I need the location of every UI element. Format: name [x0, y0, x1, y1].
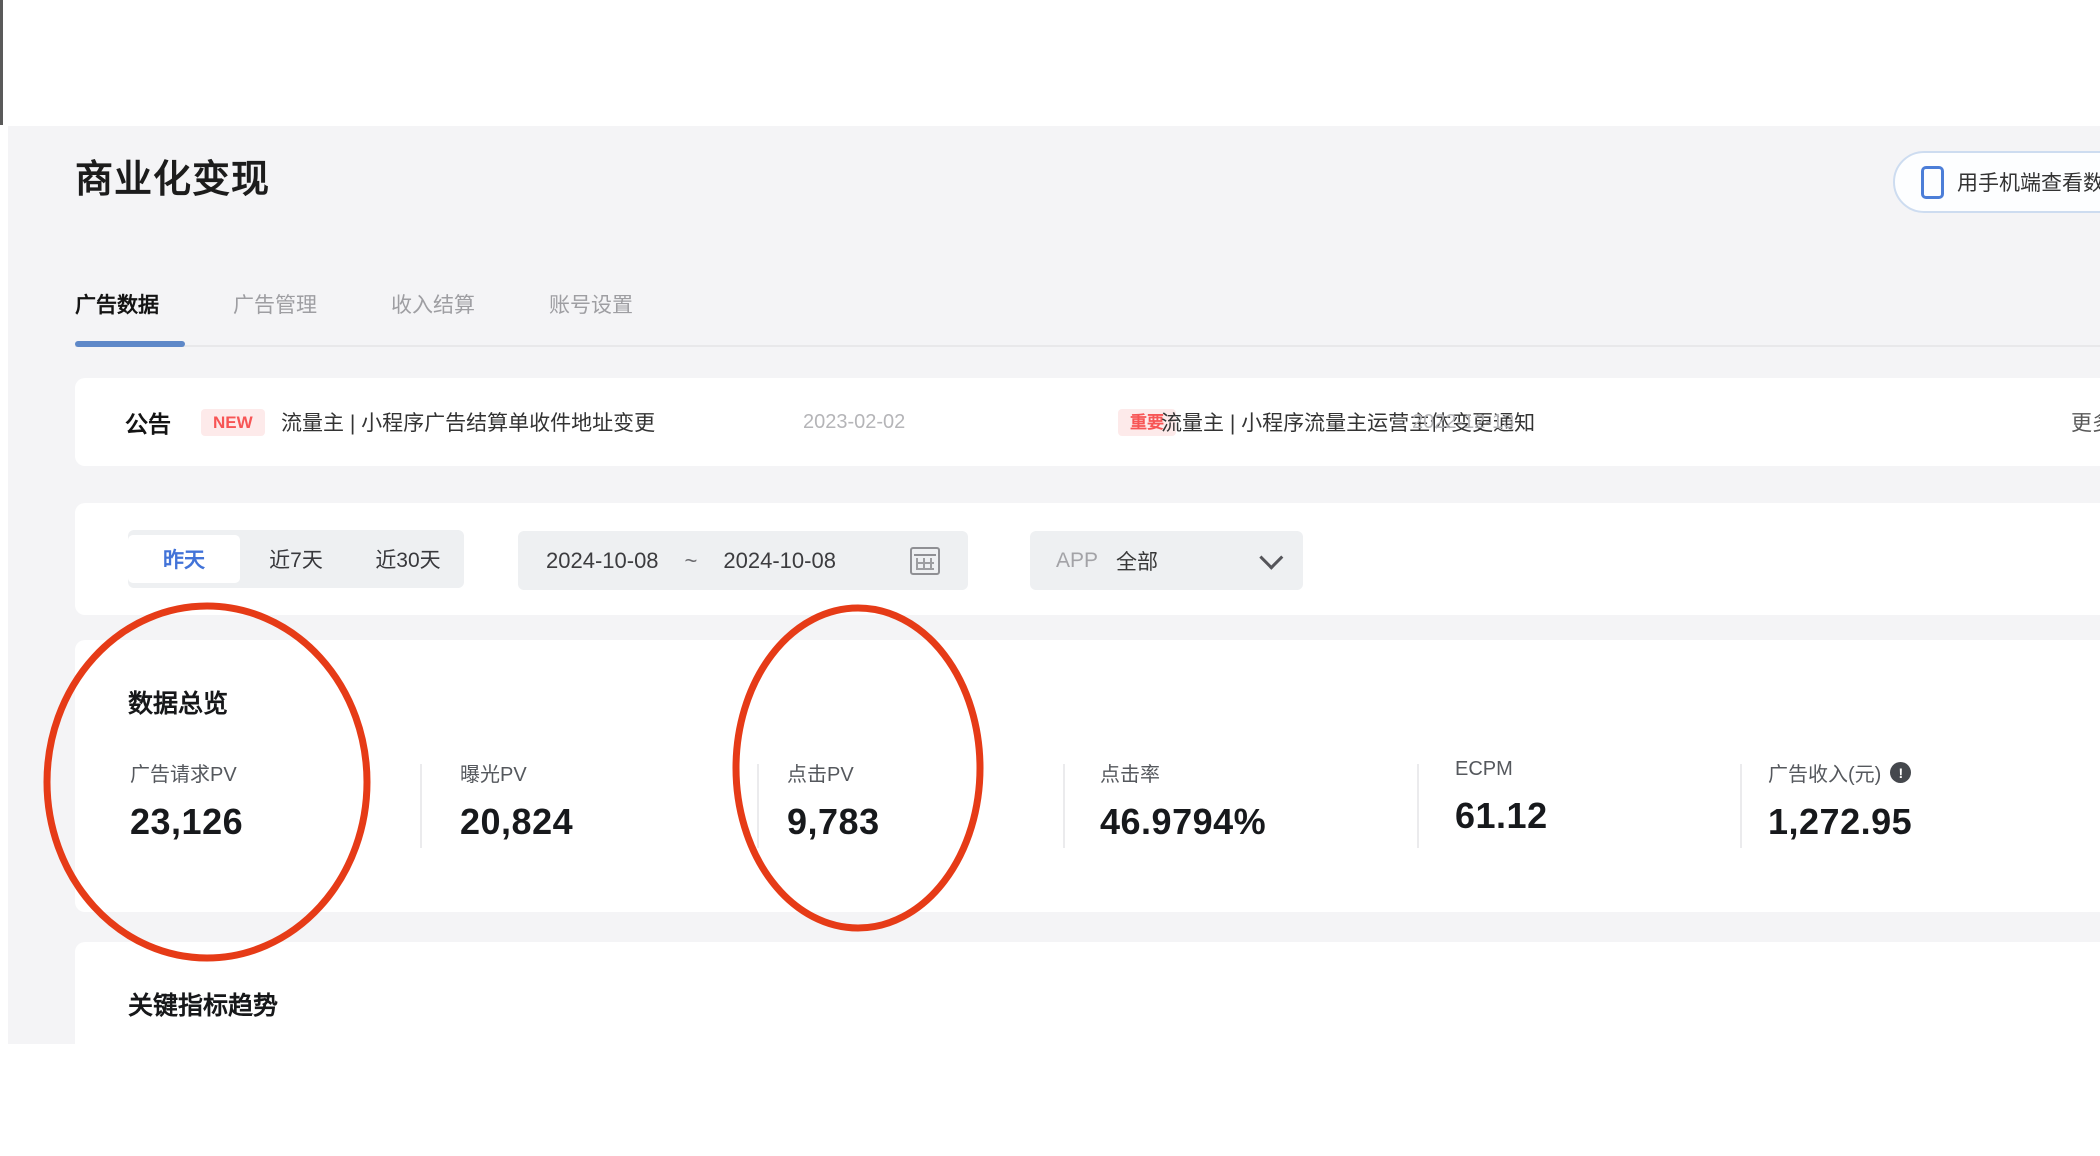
date-end-value[interactable]: 2024-10-08 — [723, 548, 836, 574]
tab-account-settings[interactable]: 账号设置 — [549, 289, 633, 319]
app-select-dropdown[interactable]: APP 全部 — [1030, 531, 1303, 590]
range-yesterday-button[interactable]: 昨天 — [128, 535, 240, 583]
overview-section-title: 数据总览 — [128, 690, 229, 718]
tab-income-settlement[interactable]: 收入结算 — [391, 289, 475, 319]
calendar-icon[interactable] — [910, 546, 940, 575]
metric-divider — [1417, 764, 1419, 848]
metric-divider — [1740, 764, 1742, 848]
announcement-date-1: 2023-02-02 — [803, 410, 906, 433]
announcement-bar: 公告 NEW 流量主 | 小程序广告结算单收件地址变更 2023-02-02 重… — [75, 378, 2100, 466]
key-metrics-trend-card: 关键指标趋势 — [75, 942, 2100, 1156]
metric-ad-revenue: 广告收入(元) ! 1,272.95 — [1768, 762, 1913, 842]
tab-ad-management[interactable]: 广告管理 — [233, 289, 317, 319]
app-select-label: APP — [1056, 548, 1099, 572]
metric-impression-pv: 曝光PV 20,824 — [460, 764, 574, 842]
app-select-value: 全部 — [1116, 550, 1159, 574]
window-edge-artifact — [0, 0, 3, 125]
metric-click-pv: 点击PV 9,783 — [787, 764, 880, 842]
info-icon[interactable]: ! — [1890, 762, 1912, 783]
trend-section-title: 关键指标趋势 — [128, 992, 279, 1020]
chevron-down-icon — [1259, 545, 1284, 570]
range-last30days-button[interactable]: 近30天 — [352, 530, 464, 588]
page-title: 商业化变现 — [75, 159, 271, 201]
date-range-separator: ~ — [684, 547, 698, 573]
tab-bar-divider — [75, 345, 2100, 347]
metric-ad-request-pv: 广告请求PV 23,126 — [130, 764, 244, 842]
date-start-value[interactable]: 2024-10-08 — [546, 548, 659, 574]
data-overview-card: 数据总览 广告请求PV 23,126 曝光PV 20,824 点击PV 9,78… — [75, 640, 2100, 912]
badge-new: NEW — [201, 378, 265, 466]
range-last7days-button[interactable]: 近7天 — [240, 530, 352, 588]
view-on-mobile-label: 用手机端查看数据 — [1957, 172, 2100, 195]
metric-divider — [1063, 764, 1065, 848]
announcement-title: 公告 — [125, 411, 171, 437]
phone-icon — [1921, 165, 1944, 199]
announcement-link-1[interactable]: 流量主 | 小程序广告结算单收件地址变更 — [281, 378, 655, 466]
date-range-segmented-control: 昨天 近7天 近30天 — [128, 530, 464, 588]
metric-ecpm: ECPM 61.12 — [1455, 758, 1548, 836]
announcement-date-2: 2022-12-13 — [1412, 410, 1515, 433]
tab-ad-data[interactable]: 广告数据 — [75, 289, 159, 319]
active-tab-underline — [75, 341, 185, 347]
tab-bar: 广告数据 广告管理 收入结算 账号设置 — [75, 289, 633, 319]
date-range-picker[interactable]: 2024-10-08 ~ 2024-10-08 — [518, 531, 968, 590]
metric-divider — [757, 764, 759, 848]
monetization-dashboard: 商业化变现 用手机端查看数据 广告数据 广告管理 收入结算 账号设置 公告 NE… — [0, 0, 2100, 1156]
metric-divider — [420, 764, 422, 848]
view-on-mobile-button[interactable]: 用手机端查看数据 — [1893, 151, 2100, 213]
more-link[interactable]: 更多 — [2071, 378, 2100, 466]
filter-bar: 昨天 近7天 近30天 2024-10-08 ~ 2024-10-08 APP … — [75, 503, 2100, 615]
metric-click-rate: 点击率 46.9794% — [1100, 764, 1267, 842]
